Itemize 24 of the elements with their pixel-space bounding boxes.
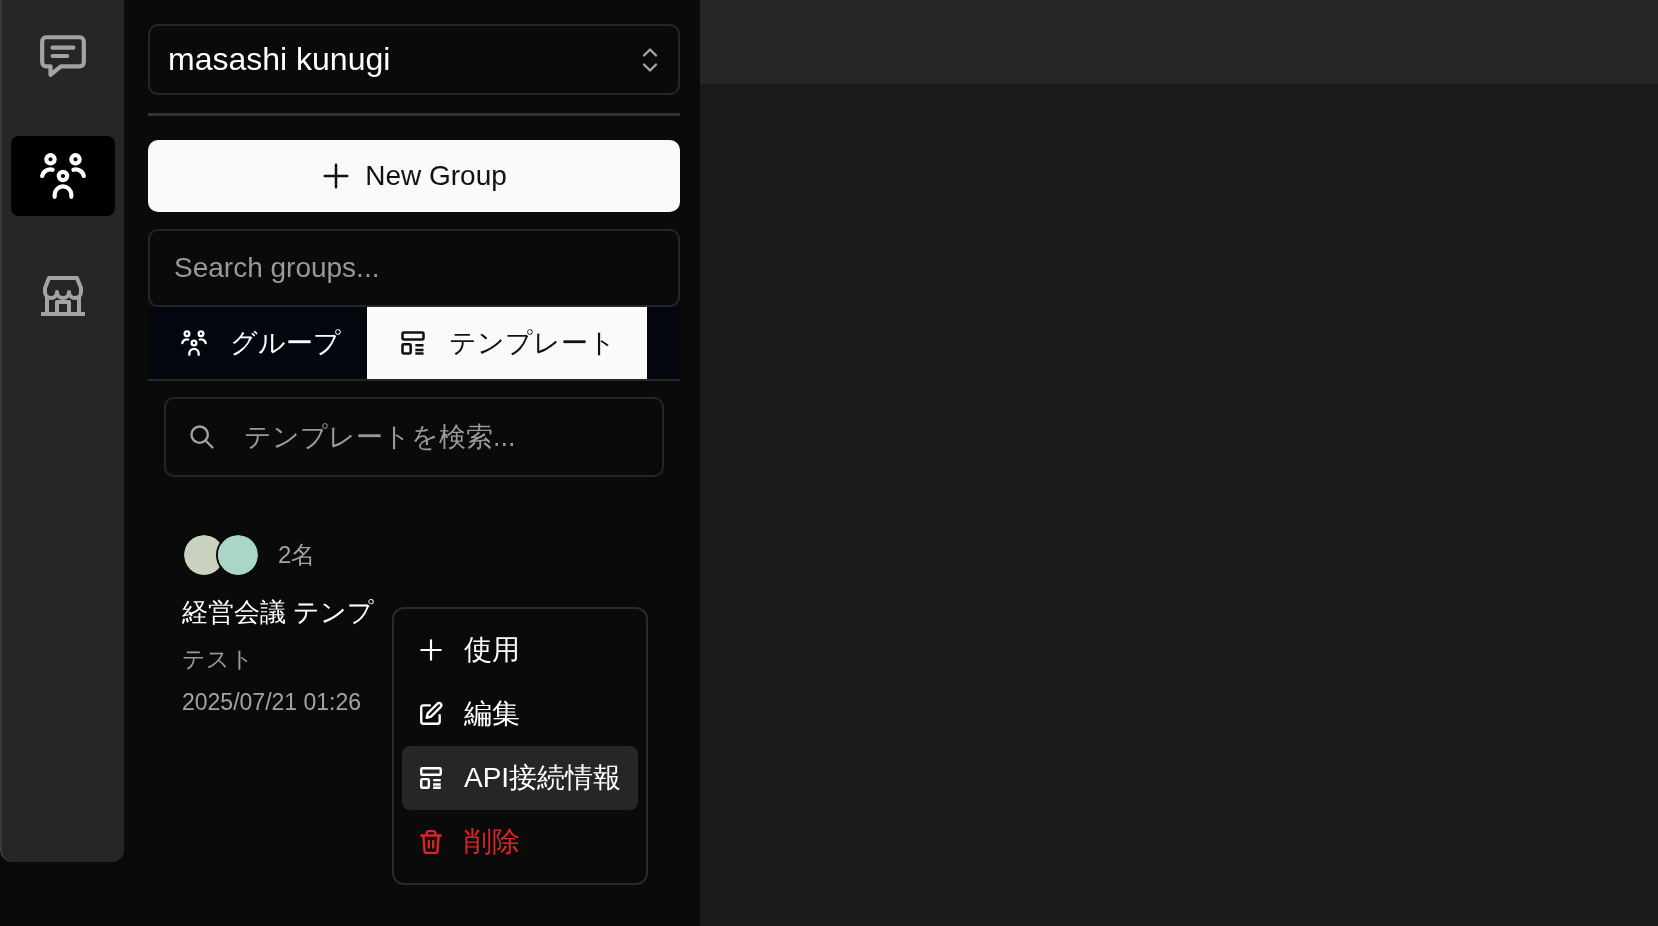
groups-nav-button[interactable] <box>11 136 115 216</box>
template-title: 経営会議 テンプ <box>182 597 375 627</box>
pencil-square-icon <box>418 701 444 727</box>
search-field[interactable]: テンプレートを検索... <box>164 397 664 477</box>
menu-item[interactable]: 使用 <box>402 618 638 682</box>
new-group-button[interactable]: New Group <box>148 140 680 212</box>
chat-icon <box>38 33 88 79</box>
menu-item[interactable]: 編集 <box>402 682 638 746</box>
plus-icon <box>418 637 444 663</box>
tab[interactable]: テンプレート <box>367 307 647 379</box>
search-field[interactable]: Search groups... <box>148 229 680 307</box>
template-icon <box>399 329 427 357</box>
trash-icon <box>418 829 444 855</box>
menu-item[interactable]: API接続情報 <box>402 746 638 810</box>
account-select[interactable]: masashi kunugi <box>148 24 680 95</box>
tab[interactable]: グループ <box>148 307 367 379</box>
template-date: 2025/07/21 01:26 <box>182 689 362 715</box>
search-icon <box>188 423 216 451</box>
template-icon <box>418 765 444 791</box>
template-description: テスト <box>182 646 254 672</box>
users-icon <box>180 329 208 357</box>
menu-item[interactable]: 削除 <box>402 810 638 874</box>
member-count: 2名 <box>278 540 316 570</box>
users-icon <box>38 151 88 201</box>
